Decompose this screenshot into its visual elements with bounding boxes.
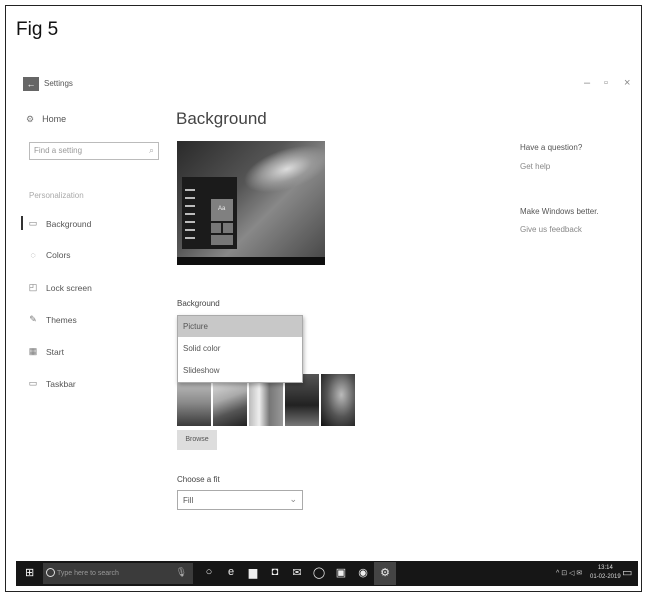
- palette-icon: ◌: [30, 250, 36, 260]
- preview-menu-line: [185, 205, 195, 207]
- taskbar-search-placeholder: Type here to search: [57, 570, 119, 577]
- feedback-heading: Make Windows better.: [520, 207, 599, 216]
- mail-icon[interactable]: ✉: [290, 566, 304, 579]
- system-tray-icons[interactable]: ^ ⊡ ◁ ✉: [556, 569, 582, 577]
- section-header: Personalization: [29, 191, 84, 200]
- preview-tile: [223, 223, 233, 233]
- preview-menu-line: [185, 213, 195, 215]
- fit-label: Choose a fit: [177, 475, 220, 484]
- give-feedback-link[interactable]: Give us feedback: [520, 225, 582, 234]
- preview-taskbar: [177, 257, 325, 265]
- figure-label: Fig 5: [16, 19, 59, 40]
- background-label: Background: [177, 299, 220, 308]
- sidebar-item-label: Colors: [46, 250, 71, 260]
- picture-icon: ▭: [28, 218, 38, 228]
- dropdown-option-picture[interactable]: Picture: [178, 316, 302, 337]
- sidebar-item-lock-screen[interactable]: ◰ Lock screen: [28, 282, 92, 293]
- sidebar-item-background[interactable]: ▭ Background: [28, 218, 92, 229]
- chevron-down-icon: ⌄: [289, 494, 297, 504]
- taskbar-icon: ▭: [28, 378, 38, 388]
- cortana-icon: [46, 568, 55, 577]
- dropdown-option-solid-color[interactable]: Solid color: [178, 338, 302, 359]
- settings-search-input[interactable]: Find a setting ⌕: [29, 142, 159, 160]
- dropdown-option-slideshow[interactable]: Slideshow: [178, 360, 302, 381]
- home-label: Home: [42, 114, 67, 124]
- figure-frame: [5, 5, 642, 592]
- browse-button[interactable]: Browse: [177, 430, 217, 450]
- taskbar-clock[interactable]: 13:14 01-02-2019: [590, 564, 621, 582]
- preview-menu-line: [185, 197, 195, 199]
- clock-date: 01-02-2019: [590, 574, 621, 580]
- microphone-icon[interactable]: 🎙: [176, 567, 187, 578]
- app-icon[interactable]: ◯: [312, 566, 326, 579]
- preview-tile: [211, 235, 233, 245]
- preview-menu-line: [185, 221, 195, 223]
- file-explorer-icon[interactable]: ▆: [246, 566, 260, 579]
- taskbar-search-box[interactable]: Type here to search 🎙: [43, 563, 193, 584]
- picture-thumbnail[interactable]: [321, 374, 355, 426]
- brush-icon: ✎: [29, 314, 37, 324]
- lock-screen-icon: ◰: [28, 282, 38, 292]
- get-help-link[interactable]: Get help: [520, 162, 550, 171]
- home-nav-item[interactable]: ⚙ Home: [26, 114, 66, 125]
- taskbar: ⊞ Type here to search 🎙 ○ e ▆ ◘ ✉ ◯ ▣ ◉ …: [16, 561, 638, 586]
- sidebar-item-label: Start: [46, 346, 64, 357]
- fit-select[interactable]: Fill ⌄: [177, 490, 303, 510]
- preview-menu-line: [185, 229, 195, 231]
- back-button[interactable]: ←: [23, 77, 39, 91]
- sidebar-item-label: Themes: [46, 314, 77, 325]
- action-center-icon[interactable]: ▭: [622, 566, 632, 579]
- close-button[interactable]: ×: [624, 77, 630, 89]
- background-type-dropdown[interactable]: Picture Solid color Slideshow: [177, 315, 303, 383]
- restore-button[interactable]: ▫: [604, 77, 608, 89]
- sidebar-item-taskbar[interactable]: ▭ Taskbar: [28, 378, 76, 389]
- paint-icon[interactable]: ◉: [356, 566, 370, 579]
- preview-tile-text: Aa: [218, 206, 226, 212]
- gear-icon: ⚙: [26, 114, 35, 124]
- app-title: Settings: [44, 79, 73, 88]
- page-title: Background: [176, 109, 267, 128]
- minimize-button[interactable]: –: [584, 77, 590, 89]
- preview-menu-line: [185, 189, 195, 191]
- task-view-icon[interactable]: ○: [202, 566, 216, 578]
- app-icon[interactable]: ▣: [334, 566, 348, 579]
- background-preview: Aa: [177, 141, 325, 265]
- sidebar-item-themes[interactable]: ✎ Themes: [28, 314, 77, 325]
- windows-start-icon[interactable]: ⊞: [25, 568, 36, 579]
- search-placeholder: Find a setting: [34, 146, 83, 155]
- settings-gear-icon[interactable]: ⚙: [378, 566, 392, 579]
- preview-wallpaper: [238, 141, 325, 202]
- preview-tile: [211, 223, 221, 233]
- edge-browser-icon[interactable]: e: [224, 566, 238, 578]
- preview-menu-line: [185, 237, 195, 239]
- sidebar-item-colors[interactable]: ◌ Colors: [28, 250, 71, 260]
- clock-time: 13:14: [597, 565, 613, 571]
- sidebar-item-start[interactable]: ▦ Start: [28, 346, 64, 357]
- sidebar-item-label: Background: [46, 218, 92, 229]
- selection-indicator: [21, 216, 23, 230]
- store-icon[interactable]: ◘: [268, 566, 282, 578]
- help-heading: Have a question?: [520, 143, 583, 152]
- start-icon: ▦: [28, 346, 38, 356]
- sidebar-item-label: Taskbar: [46, 378, 76, 389]
- sidebar-item-label: Lock screen: [46, 282, 92, 293]
- fit-value: Fill: [183, 496, 194, 505]
- search-icon: ⌕: [148, 145, 154, 155]
